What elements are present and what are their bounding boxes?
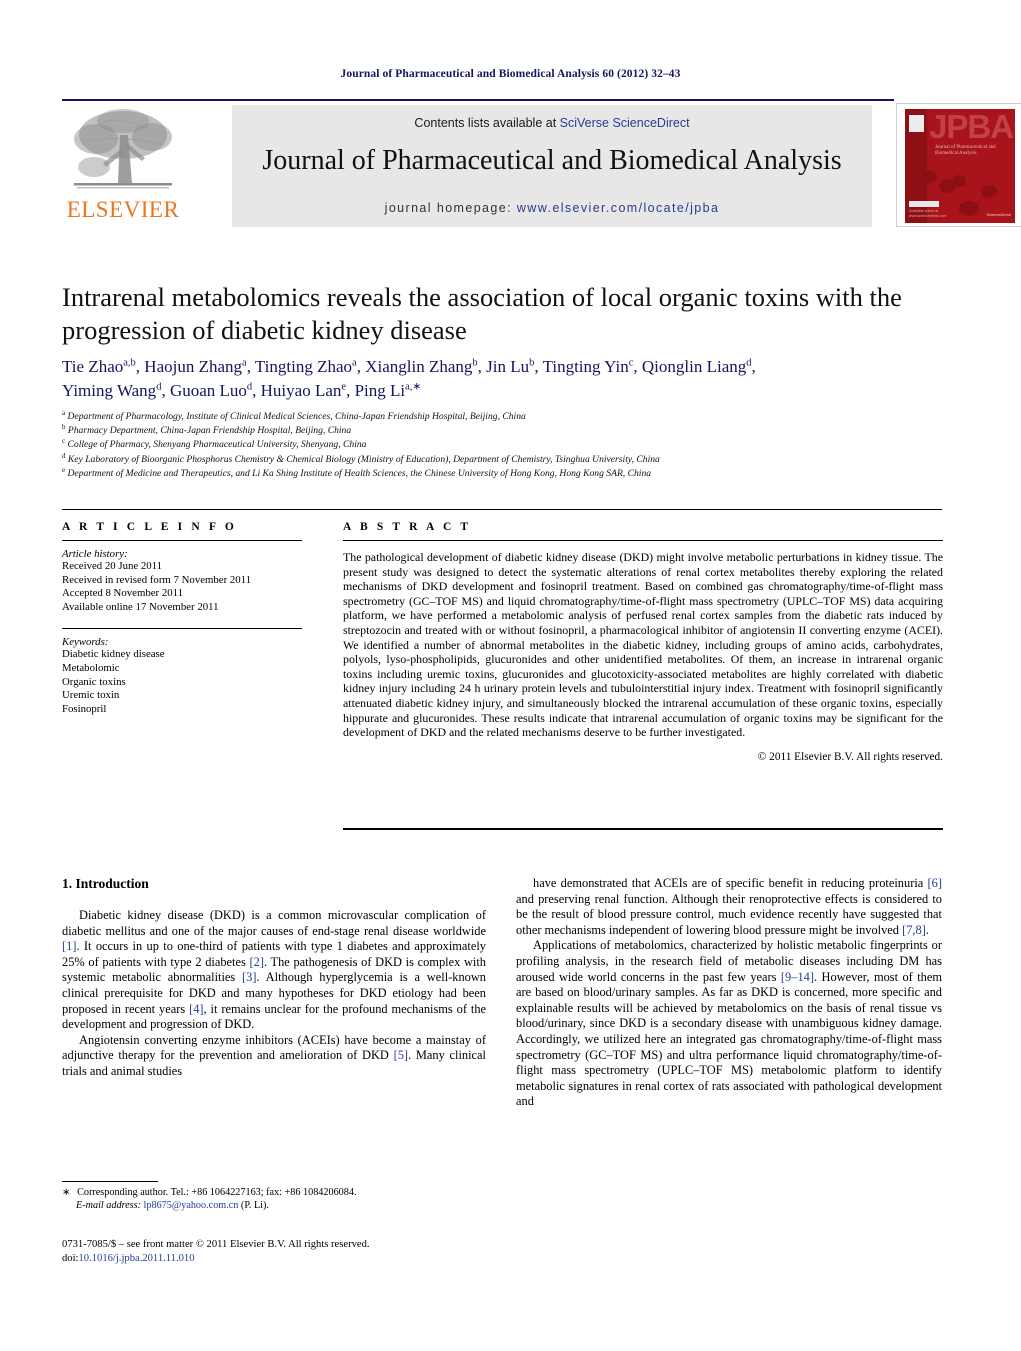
affiliation-item: a Department of Pharmacology, Institute … xyxy=(62,408,526,422)
abstract-text: The pathological development of diabetic… xyxy=(343,550,943,740)
journal-homepage-line: journal homepage: www.elsevier.com/locat… xyxy=(232,201,872,215)
keywords-label: Keywords: xyxy=(62,636,109,649)
cover-acronym: JPBA xyxy=(929,109,1014,145)
email-label: E-mail address: xyxy=(76,1200,141,1212)
intro-paragraphs-right: have demonstrated that ACEIs are of spec… xyxy=(516,876,942,1110)
abstract-section-bottom-rule xyxy=(343,828,943,830)
keyword-item: Fosinopril xyxy=(62,702,107,715)
journal-cover-thumbnail: JPBA Journal of Pharmaceutical and Biome… xyxy=(896,103,1021,227)
journal-banner: Contents lists available at SciVerse Sci… xyxy=(232,105,872,227)
affiliation-list: a Department of Pharmacology, Institute … xyxy=(62,408,952,481)
article-title: Intrarenal metabolomics reveals the asso… xyxy=(62,282,902,345)
keywords-list: Diabetic kidney disease Metabolomic Organi… xyxy=(62,648,302,716)
email-address-link[interactable]: lp8675@yahoo.com.cn xyxy=(144,1200,239,1211)
doi-line: doi:10.1016/j.jpba.2011.11.010 xyxy=(62,1252,502,1266)
article-history-item: Received 20 June 2011 xyxy=(62,560,163,572)
issn-line: 0731-7085/$ – see front matter © 2011 El… xyxy=(62,1239,370,1250)
doi-link[interactable]: 10.1016/j.jpba.2011.11.010 xyxy=(78,1253,194,1264)
footnote-rule xyxy=(62,1181,158,1182)
article-history-item: Available online 17 November 2011 xyxy=(62,600,219,613)
abstract-section-top-rule xyxy=(62,509,942,510)
affiliation-item: c College of Pharmacy, Shenyang Pharmace… xyxy=(62,437,367,451)
correspondence-line: ∗ Corresponding author. Tel.: +86 106422… xyxy=(62,1187,357,1198)
section-heading-introduction: 1. Introduction xyxy=(62,876,149,891)
elsevier-logo: ELSEVIER xyxy=(62,103,184,227)
running-head: Journal of Pharmaceutical and Biomedical… xyxy=(340,68,681,80)
article-info-heading: A R T I C L E I N F O xyxy=(62,521,237,533)
article-info-rule xyxy=(62,540,302,541)
abstract-heading: A B S T R A C T xyxy=(343,521,472,533)
body-paragraph: Diabetic kidney disease (DKD) is a commo… xyxy=(62,908,487,1032)
cover-sciencedirect-mark: ScienceDirect xyxy=(986,212,1011,217)
elsevier-tree-icon xyxy=(68,105,178,197)
cover-elsevier-badge-icon xyxy=(909,115,924,132)
keyword-item: Diabetic kidney disease xyxy=(62,648,165,661)
journal-title: Journal of Pharmaceutical and Biomedical… xyxy=(262,145,842,176)
contents-list-line: Contents lists available at SciVerse Sci… xyxy=(232,116,872,130)
affiliation-item: e Department of Medicine and Therapeutic… xyxy=(62,465,652,479)
keyword-item: Metabolomic xyxy=(62,661,120,674)
keyword-item: Uremic toxin xyxy=(62,689,120,702)
contents-prefix: Contents lists available at xyxy=(414,116,560,130)
body-column-right: have demonstrated that ACEIs are of spec… xyxy=(516,876,942,1110)
keywords-rule xyxy=(62,628,302,630)
cover-footer-text: Available online at www.sciencedirect.co… xyxy=(909,209,947,218)
doi-label: doi: xyxy=(62,1253,79,1264)
intro-paragraphs-left: Diabetic kidney disease (DKD) is a commo… xyxy=(62,908,486,1080)
header-rule xyxy=(62,99,894,101)
cover-blob-3 xyxy=(952,175,966,187)
email-line: E-mail address: lp8675@yahoo.com.cn (P. … xyxy=(62,1199,492,1212)
author-list: Tie Zhaoa,b, Haojun Zhanga, Tingting Zha… xyxy=(62,355,952,403)
sciencedirect-link[interactable]: SciVerse ScienceDirect xyxy=(560,116,690,130)
homepage-url-link[interactable]: www.elsevier.com/locate/jpba xyxy=(517,201,719,215)
body-column-left: 1. Introduction Diabetic kidney disease … xyxy=(62,876,486,1080)
article-history-item: Received in revised form 7 November 2011 xyxy=(62,573,252,586)
issn-doi-block: 0731-7085/$ – see front matter © 2011 El… xyxy=(62,1238,502,1266)
email-suffix: (P. Li). xyxy=(240,1200,269,1212)
article-history-label: Article history: xyxy=(62,548,128,560)
article-history-item: Accepted 8 November 2011 xyxy=(62,587,184,600)
body-paragraph: Angiotensin converting enzyme inhibitors… xyxy=(62,1032,486,1078)
body-paragraph: have demonstrated that ACEIs are of spec… xyxy=(516,876,942,937)
homepage-prefix: journal homepage: xyxy=(384,201,517,215)
abstract-column: A B S T R A C T The pathological develop… xyxy=(343,521,943,763)
journal-masthead: ELSEVIER Contents lists available at Sci… xyxy=(62,103,1021,227)
author-line-2: Yiming Wangd, Guoan Luod, Huiyao Lane, P… xyxy=(62,381,422,400)
author-line-1: Tie Zhaoa,b, Haojun Zhanga, Tingting Zha… xyxy=(62,357,756,376)
cover-subtitle: Journal of Pharmaceutical and Biomedical… xyxy=(935,145,996,156)
cover-open-access-badge-icon xyxy=(909,201,939,207)
affiliation-item: d Key Laboratory of Bioorganic Phosphoru… xyxy=(62,451,660,465)
copyright-line: © 2011 Elsevier B.V. All rights reserved… xyxy=(757,750,943,763)
article-history-list: Received 20 June 2011 Received in revised… xyxy=(62,560,302,614)
keyword-item: Organic toxins xyxy=(62,675,126,688)
corresponding-author-note: ∗ Corresponding author. Tel.: +86 106422… xyxy=(62,1186,492,1212)
elsevier-wordmark: ELSEVIER xyxy=(66,197,180,222)
abstract-rule xyxy=(343,540,943,541)
article-info-column: A R T I C L E I N F O Article history: R… xyxy=(62,521,302,716)
body-paragraph: Applications of metabolomics, characteri… xyxy=(516,938,943,1109)
cover-blob-4 xyxy=(981,185,997,198)
cover-artwork: JPBA Journal of Pharmaceutical and Biome… xyxy=(905,109,1015,223)
article-first-page: Journal of Pharmaceutical and Biomedical… xyxy=(0,0,1021,1351)
affiliation-item: b Pharmacy Department, China-Japan Frien… xyxy=(62,423,352,437)
